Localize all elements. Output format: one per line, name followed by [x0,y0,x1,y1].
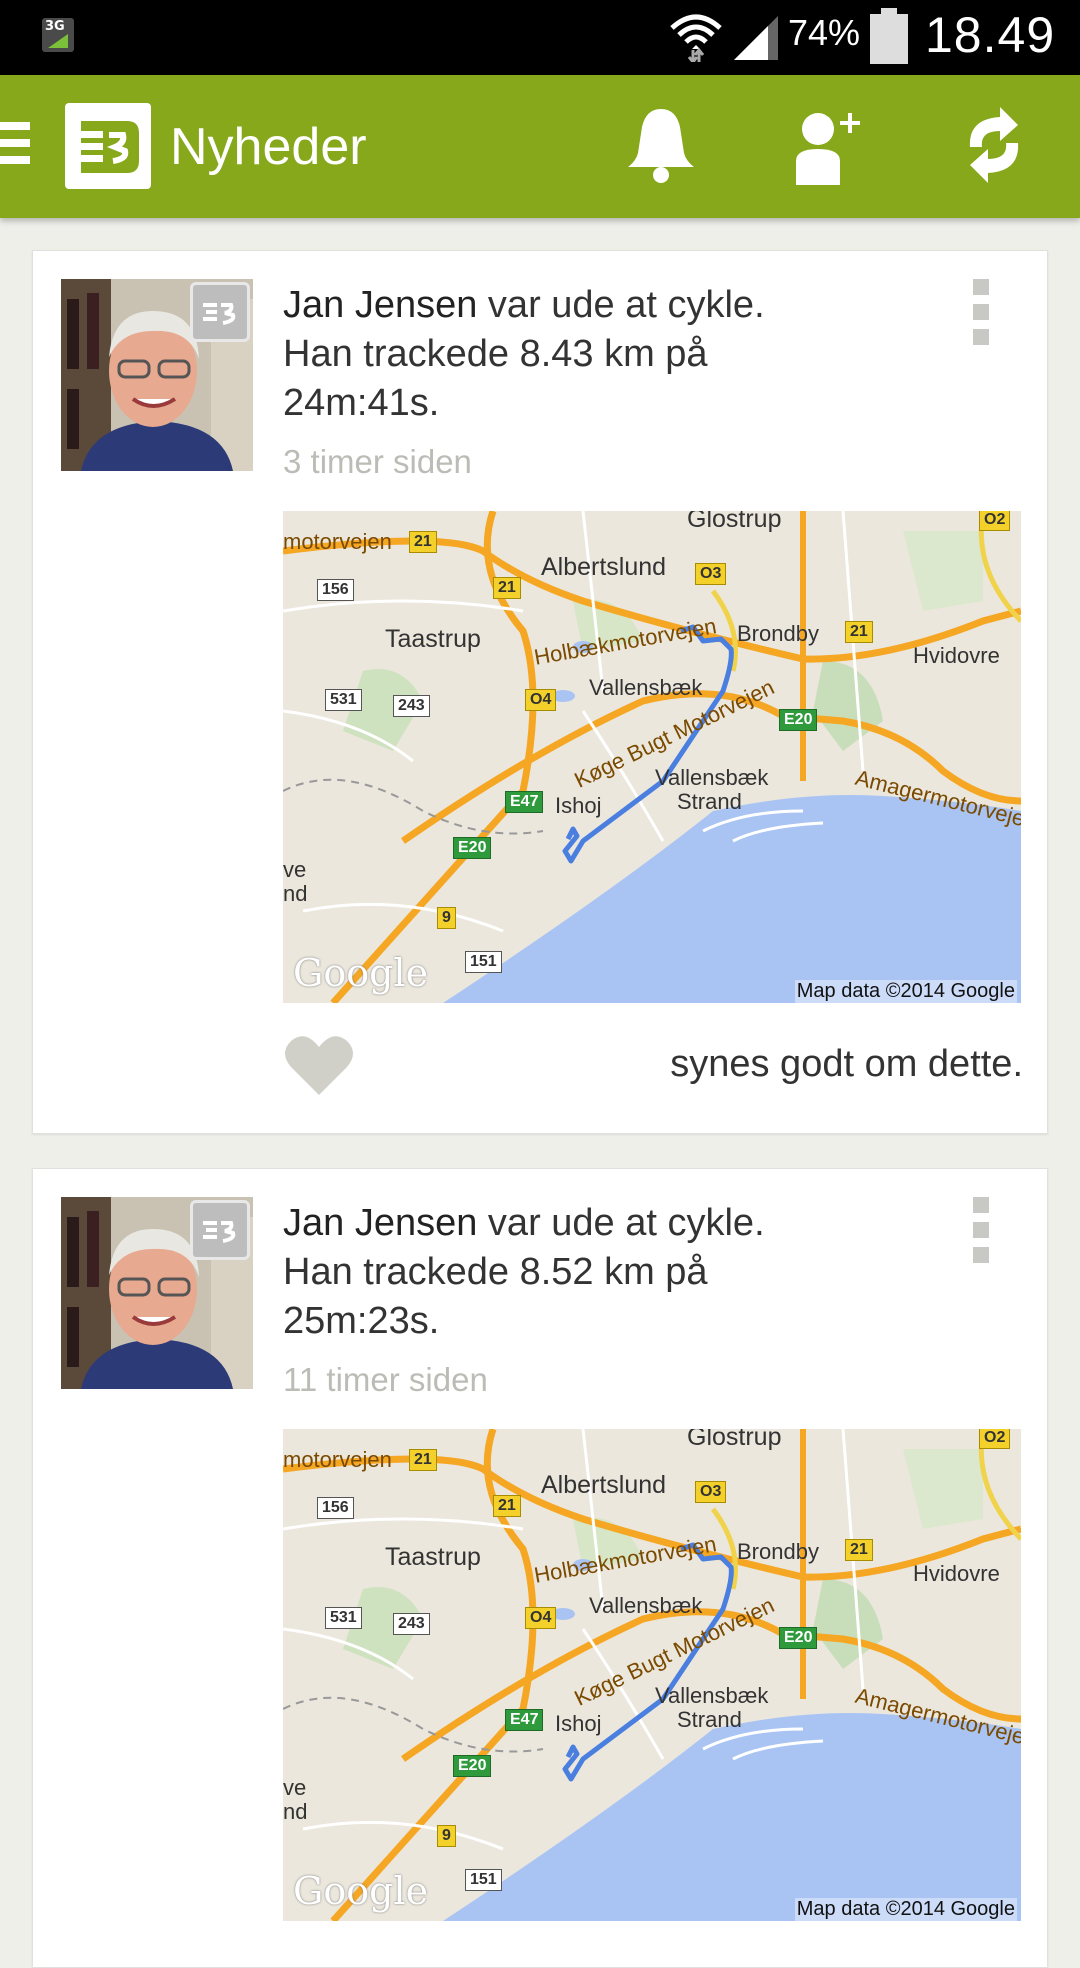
map-label: Vallensbæk [589,1593,703,1618]
road-shield: 531 [325,1607,362,1629]
app-bar: Nyheder [0,75,1080,218]
road-shield: 243 [393,1613,430,1635]
road-shield: 21 [845,1539,873,1561]
add-friend-icon[interactable] [792,107,864,187]
road-shield: 21 [409,1449,437,1471]
road-shield: 531 [325,689,362,711]
map-label: Strand [677,1707,742,1732]
like-row: synes godt om dette. [283,1031,1023,1101]
map-label: Vallensbæk [655,765,769,790]
road-shield: O2 [979,511,1011,531]
network-type-label: 3G [45,19,65,34]
road-shield: E20 [779,709,818,731]
map-label: Albertslund [541,553,667,581]
map-label: Taastrup [385,625,481,653]
distance-text: Han trackede 8.43 km på [283,333,708,375]
clock: 18.49 [925,7,1056,63]
cycling-badge-icon [190,1200,250,1260]
activity-text: var ude at cykle. [477,1202,765,1244]
feed-card: Jan Jensen var ude at cykle. Han tracked… [32,1168,1048,1968]
map-label: ve [283,1775,307,1800]
page-title: Nyheder [170,118,367,176]
map-label: Hvidovre [913,643,1000,668]
google-logo: Google [293,1869,429,1913]
battery-percent: 74% [788,12,861,53]
road-shield: E47 [505,791,544,813]
road-shield: 21 [409,531,437,553]
map-copyright: Map data ©2014 Google [794,1898,1017,1921]
map-label: Strand [677,789,742,814]
distance-text: Han trackede 8.52 km på [283,1251,708,1293]
user-avatar[interactable] [61,279,253,471]
battery-icon [870,8,908,64]
map-label: Ishoj [555,793,602,818]
road-shield: 9 [437,1825,456,1847]
map-label: nd [283,1799,308,1824]
network-3g-icon: 3G [42,18,74,52]
road-shield: O4 [525,689,557,711]
road-shield: E20 [453,1755,492,1777]
cycling-badge-icon [190,282,250,342]
map-label: Vallensbæk [655,1683,769,1708]
road-shield: 156 [317,1497,354,1519]
road-shield: E20 [453,837,492,859]
map-label: motorvejen [283,529,392,554]
road-shield: 21 [845,621,873,643]
refresh-icon[interactable] [956,105,1032,185]
road-shield: 9 [437,907,456,929]
signal-strength-icon [734,16,778,60]
map-label: Glostrup [687,1429,782,1451]
road-shield: O3 [695,1481,727,1503]
road-shield: 156 [317,579,354,601]
user-name[interactable]: Jan Jensen [283,1202,477,1244]
road-shield: O2 [979,1429,1011,1449]
status-bar: 3G 74% 18.49 [0,0,1080,75]
like-text: synes godt om dette. [670,1043,1023,1085]
map-copyright: Map data ©2014 Google [794,980,1017,1003]
road-shield: O4 [525,1607,557,1629]
menu-icon[interactable] [0,122,30,170]
road-shield: 151 [465,951,502,973]
route-map[interactable]: Glostrup Albertslund Taastrup Brondby Hv… [283,511,1021,1003]
road-shield: 243 [393,695,430,717]
user-name[interactable]: Jan Jensen [283,284,477,326]
road-shield: 21 [493,1495,521,1517]
user-avatar[interactable] [61,1197,253,1389]
more-options-icon[interactable] [973,279,993,349]
post-timestamp: 11 timer siden [283,1361,488,1398]
map-label: Taastrup [385,1543,481,1571]
duration-text: 25m:23s. [283,1300,440,1342]
road-shield: 21 [493,577,521,599]
feed-card: Jan Jensen var ude at cykle. Han tracked… [32,250,1048,1134]
activity-text: var ude at cykle. [477,284,765,326]
road-shield: 151 [465,1869,502,1891]
google-logo: Google [293,951,429,995]
map-label: Vallensbæk [589,675,703,700]
map-label: Brondby [737,621,819,646]
wifi-icon [670,14,722,62]
like-heart-icon[interactable] [283,1033,355,1097]
post-text: Jan Jensen var ude at cykle. Han tracked… [283,281,843,428]
map-label: motorvejen [283,1447,392,1472]
notifications-bell-icon[interactable] [626,105,696,185]
map-label: nd [283,881,308,906]
road-shield: E20 [779,1627,818,1649]
more-options-icon[interactable] [973,1197,993,1267]
road-shield: O3 [695,563,727,585]
route-map[interactable]: Glostrup Albertslund Taastrup Brondby Hv… [283,1429,1021,1921]
post-text: Jan Jensen var ude at cykle. Han tracked… [283,1199,843,1346]
map-label: ve [283,857,307,882]
app-logo-icon[interactable] [65,103,151,189]
road-shield: E47 [505,1709,544,1731]
map-label: Glostrup [687,511,782,533]
map-label: Ishoj [555,1711,602,1736]
map-label: Brondby [737,1539,819,1564]
map-label: Hvidovre [913,1561,1000,1586]
duration-text: 24m:41s. [283,382,440,424]
post-timestamp: 3 timer siden [283,443,472,480]
map-label: Albertslund [541,1471,667,1499]
